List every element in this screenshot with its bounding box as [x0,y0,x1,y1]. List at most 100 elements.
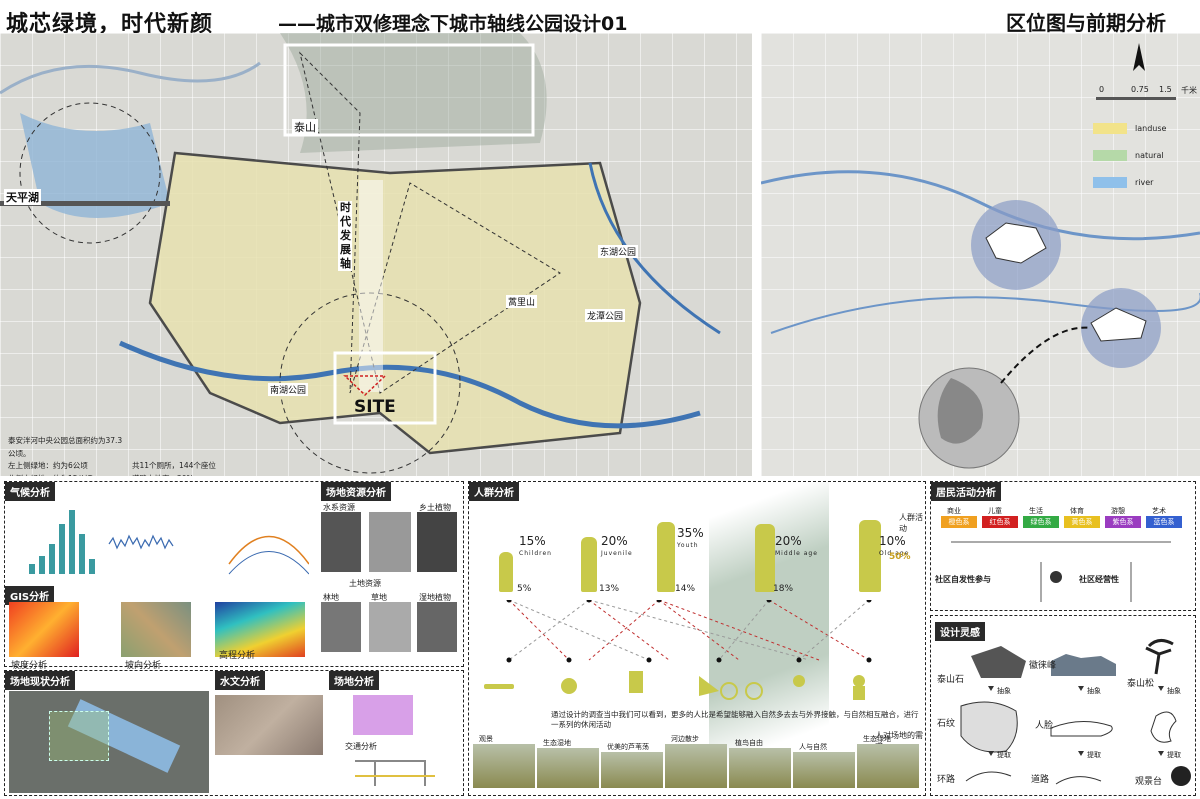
need-label-5: 人与自然 [799,743,827,751]
label-wetland: 湿地植物 [419,593,451,602]
stat-row: 泰安泮河中央公园总面积约为37.3公顷。 [8,436,123,458]
crowd-analysis-panel: 人群分析 人群活动 15% Children 5% 20% Juvenile 1… [468,481,926,797]
scale-15: 1.5 [1159,85,1172,94]
legend-river: river [1135,178,1154,187]
crowd-pct-1: 20% [601,534,628,548]
label-hill: 蒿里山 [506,295,538,308]
crowd-summary-text: 通过设计的调查当中我们可以看到，更多的人比是希望能够融入自然多去去与外界接触，与… [551,710,919,729]
crowd-figure-4 [859,520,881,592]
hydro-map [215,695,323,755]
activity-icons [484,671,865,700]
label-native-plants: 乡土植物 [419,503,451,512]
inspiration-item-1: 徽徕峰 [1029,661,1057,671]
photo-wetland [417,602,457,652]
label-tianping-lake: 天平湖 [4,189,41,205]
label-elevation: 高程分析 [219,651,256,661]
need-label-3: 河边散步 [671,735,699,743]
crowd-low-0: 5% [517,584,532,594]
map-legend: landuse natural river [1093,123,1166,188]
need-photo-3 [665,744,727,788]
need-label-1: 生态湿地 [543,739,571,747]
photo-forest [321,602,361,652]
crowd-figure-1 [581,537,597,592]
crowd-low-3: 18% [773,584,794,594]
need-photo-2 [601,752,663,788]
heading-status: 场地现状分析 [5,671,75,690]
resident-activity-panel: 居民活动分析 商业 橙色系 儿童 红色系 生活 绿色系 体育 黄色系 游憩 紫色系 艺术 … [930,481,1196,611]
crowd-low-4: 50% [889,552,911,562]
scale-0: 0 [1099,85,1105,94]
location-map: 0 0.75 1.5 千米 landuse natural river [761,33,1200,476]
label-era-axis: 时代发展轴 [338,201,352,271]
inspiration-arrow-0: 抽象 [997,687,1011,695]
inspiration-item-3: 石纹 [937,719,956,729]
climate-gis-panel: 气候分析 场地资源分析 GIS分析 坡度分析 坡向分析 高程分析 水系资源 乡土… [4,481,464,671]
need-label-2: 优美的芦苇荡 [607,743,649,751]
photo-native [369,512,411,572]
inspiration-item-2: 泰山松 [1127,679,1155,689]
crowd-pct-2: 35% [677,526,704,540]
crowd-low-1: 13% [599,584,620,594]
crowd-pct-4: 10% [879,534,906,548]
heading-site-resources: 场地资源分析 [321,482,391,501]
photo-water [321,512,361,572]
crowd-pct-3: 20% [775,534,802,548]
label-taishan: 泰山 [292,119,318,135]
legend-swatch-river [1093,177,1127,188]
aspect-map [121,602,191,657]
crowd-figure-2 [657,522,675,592]
photo-native2 [417,512,457,572]
scale-075: 0.75 [1131,85,1149,94]
need-photo-4 [729,748,791,788]
inspiration-shapes [960,639,1191,786]
design-inspiration-panel: 设计灵感 泰山石 徽徕峰 泰山松 石纹 人脸 环路 道路 观景台 抽象 抽象 抽象 提取 提取 提取 [930,615,1196,796]
legend-landuse: landuse [1135,124,1167,133]
crowd-name-0: Children [519,550,552,557]
photo-grass [369,602,411,652]
crowd-pct-0: 15% [519,534,546,548]
legend-swatch-landuse [1093,123,1127,134]
label-land-resource: 土地资源 [349,579,381,588]
label-park2: 龙潭公园 [585,309,626,322]
page-subtitle: ——城市双修理念下城市轴线公园设计01 [278,13,628,35]
need-photo-5 [793,752,855,788]
slope-map [9,602,79,657]
need-photo-0 [473,744,535,788]
park-statistics: 泰安泮河中央公园总面积约为37.3公顷。 左上侧绿地：约为6公顷 共11个厕所，14… [8,435,250,476]
climate-charts [29,510,309,575]
heading-crowd: 人群分析 [469,482,519,501]
inspiration-arrow-1: 抽象 [1087,687,1101,695]
inspiration-arrow-5: 提取 [1167,751,1181,759]
site-analysis-map [353,695,413,735]
label-crowd-activity: 人群活动 [899,513,923,533]
inspiration-arrow-2: 抽象 [1167,687,1181,695]
need-label-4: 植鸟自由 [735,739,763,747]
label-site: SITE [354,397,396,417]
label-park3: 南湖公园 [268,383,309,396]
need-label-6: 生态绿地 [863,735,891,743]
heading-site-analysis: 场地分析 [329,671,379,690]
label-water-resource: 水系资源 [323,503,355,512]
need-label-0: 观景 [479,735,493,743]
inspiration-arrow-3: 提取 [997,751,1011,759]
inspiration-item-4: 人脸 [1035,721,1054,731]
crowd-figure-3 [755,524,775,592]
label-park1: 东湖公园 [598,245,639,258]
inspiration-arrow-4: 提取 [1087,751,1101,759]
label-grass: 草地 [371,593,387,602]
heading-climate: 气候分析 [5,482,55,501]
need-photo-1 [537,748,599,788]
section-title: 区位图与前期分析 [1006,11,1166,35]
inspiration-item-5: 环路 [937,775,956,785]
status-aerial-photo [9,691,209,793]
scale-unit: 千米 [1181,86,1197,95]
legend-natural: natural [1135,151,1164,160]
inspiration-item-6: 道路 [1031,775,1050,785]
heading-hydro: 水文分析 [215,671,265,690]
crowd-name-1: Juvenile [601,550,633,557]
stat-row: 北侧大绿地：约为15公顷道路占地率：20% [8,473,250,477]
inspiration-item-7: 观景台 [1135,777,1163,787]
inspiration-item-0: 泰山石 [937,675,965,685]
crowd-name-2: Youth [677,542,699,549]
need-photo-6 [857,744,919,788]
